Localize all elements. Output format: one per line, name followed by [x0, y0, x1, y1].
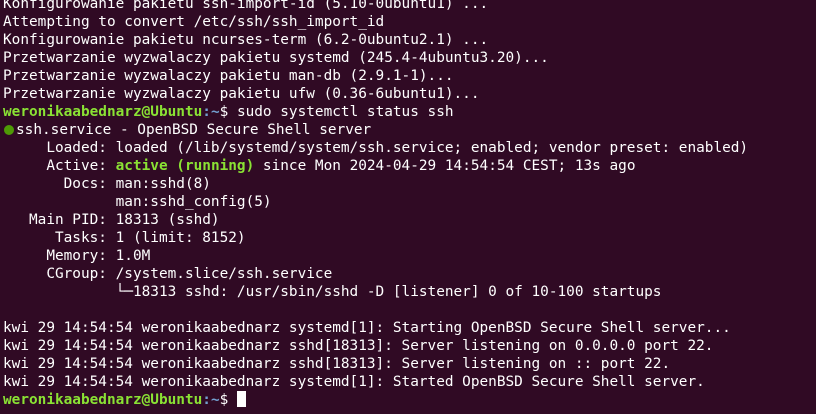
active-status: active (running) — [115, 158, 255, 174]
cgroup-line: CGroup: /system.slice/ssh.service — [3, 266, 333, 282]
docs-line: Docs: man:sshd(8) — [3, 176, 211, 192]
output-line: Konfigurowanie pakietu ncurses-term (6.2… — [3, 32, 489, 48]
log-line: kwi 29 14:54:54 weronikaabednarz sshd[18… — [3, 356, 671, 372]
prompt-path: :~ — [202, 104, 220, 120]
service-name: ssh.service - OpenBSD Secure Shell serve… — [16, 122, 372, 138]
command-text: sudo systemctl status ssh — [228, 104, 454, 120]
prompt-user: weronikaabednarz@Ubuntu — [3, 104, 203, 120]
output-line: Attempting to convert /etc/ssh/ssh_impor… — [3, 14, 385, 30]
output-line: Przetwarzanie wyzwalaczy pakietu ufw (0.… — [3, 86, 480, 102]
prompt-user: weronikaabednarz@Ubuntu — [3, 392, 203, 408]
text-cursor[interactable] — [236, 391, 246, 407]
active-since: since Mon 2024-04-29 14:54:54 CEST; 13s … — [254, 158, 636, 174]
cgroup-process-line: └─18313 sshd: /usr/sbin/sshd -D [listene… — [3, 284, 662, 300]
output-line: Przetwarzanie wyzwalaczy pakietu systemd… — [3, 50, 549, 66]
loaded-line: Loaded: loaded (/lib/systemd/system/ssh.… — [3, 140, 749, 156]
active-line: Active: active (running) since Mon 2024-… — [3, 157, 816, 175]
current-prompt-line[interactable]: weronikaabednarz@Ubuntu:~$ — [3, 391, 816, 409]
tasks-line: Tasks: 1 (limit: 8152) — [3, 230, 246, 246]
prompt-path: :~ — [202, 392, 220, 408]
command-prompt-line: weronikaabednarz@Ubuntu:~$ sudo systemct… — [3, 103, 816, 121]
log-line: kwi 29 14:54:54 weronikaabednarz systemd… — [3, 374, 705, 390]
docs-line: man:sshd_config(5) — [3, 194, 272, 210]
status-dot-icon — [4, 125, 14, 135]
output-line: Przetwarzanie wyzwalaczy pakietu man-db … — [3, 68, 454, 84]
terminal-window[interactable]: Konfigurowanie pakietu ssh-import-id (5.… — [0, 0, 816, 414]
log-line: kwi 29 14:54:54 weronikaabednarz sshd[18… — [3, 338, 714, 354]
active-label: Active: — [3, 158, 116, 174]
memory-line: Memory: 1.0M — [3, 248, 151, 264]
main-pid-line: Main PID: 18313 (sshd) — [3, 212, 220, 228]
log-line: kwi 29 14:54:54 weronikaabednarz systemd… — [3, 320, 731, 336]
output-line: Konfigurowanie pakietu ssh-import-id (5.… — [3, 0, 489, 12]
service-status-header: ssh.service - OpenBSD Secure Shell serve… — [3, 121, 816, 139]
prompt-symbol: $ — [219, 392, 229, 408]
prompt-symbol: $ — [219, 104, 229, 120]
